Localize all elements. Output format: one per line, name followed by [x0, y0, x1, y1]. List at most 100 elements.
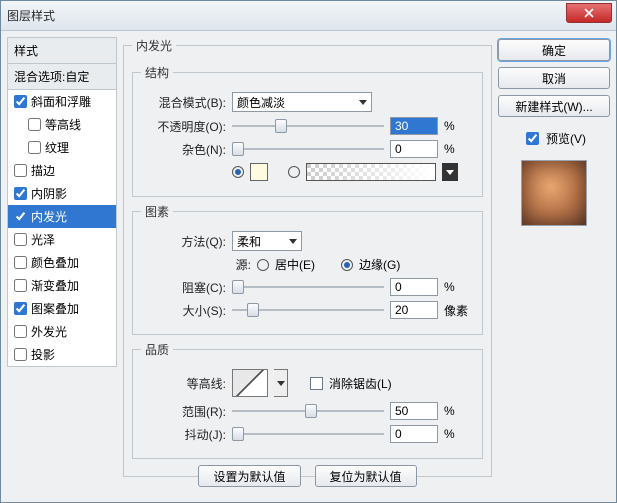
antialias-label: 消除锯齿(L)	[329, 375, 392, 392]
style-checkbox[interactable]	[14, 348, 27, 361]
style-label: 渐变叠加	[31, 277, 79, 294]
sidebar-item[interactable]: 斜面和浮雕	[8, 90, 116, 113]
sidebar-item[interactable]: 渐变叠加	[8, 274, 116, 297]
sidebar-item[interactable]: 等高线	[8, 113, 116, 136]
style-label: 内发光	[31, 208, 67, 225]
contour-label: 等高线:	[141, 375, 226, 392]
px-unit: 像素	[444, 302, 474, 319]
cancel-button[interactable]: 取消	[498, 67, 610, 89]
percent-unit: %	[444, 142, 474, 156]
jitter-slider[interactable]	[232, 426, 384, 442]
opacity-slider[interactable]	[232, 118, 384, 134]
style-checkbox[interactable]	[14, 302, 27, 315]
style-checkbox[interactable]	[14, 95, 27, 108]
style-label: 描边	[31, 162, 55, 179]
jitter-input[interactable]: 0	[390, 425, 438, 443]
sidebar-item[interactable]: 颜色叠加	[8, 251, 116, 274]
chevron-down-icon	[289, 239, 297, 244]
style-label: 投影	[31, 346, 55, 363]
style-checkbox[interactable]	[14, 164, 27, 177]
make-default-button[interactable]: 设置为默认值	[198, 465, 300, 487]
blend-mode-dropdown[interactable]: 颜色减淡	[232, 92, 372, 112]
settings-panel: 内发光 结构 混合模式(B): 颜色减淡 不透明度(O): 30	[123, 37, 492, 496]
percent-unit: %	[444, 404, 474, 418]
size-slider[interactable]	[232, 302, 384, 318]
style-label: 外发光	[31, 323, 67, 340]
style-checkbox[interactable]	[28, 141, 41, 154]
ok-button[interactable]: 确定	[498, 39, 610, 61]
edge-label: 边缘(G)	[359, 256, 400, 273]
close-icon	[584, 8, 594, 18]
gradient-dropdown[interactable]	[442, 163, 458, 181]
style-checkbox[interactable]	[14, 325, 27, 338]
sidebar-item[interactable]: 内发光	[8, 205, 116, 228]
style-checkbox[interactable]	[14, 256, 27, 269]
gradient-picker[interactable]	[306, 163, 436, 181]
style-checkbox[interactable]	[28, 118, 41, 131]
color-radio[interactable]	[232, 166, 244, 178]
choke-label: 阻塞(C):	[141, 279, 226, 296]
gradient-radio[interactable]	[288, 166, 300, 178]
blend-options-header[interactable]: 混合选项:自定	[7, 64, 117, 90]
blend-mode-value: 颜色减淡	[237, 94, 285, 111]
edge-radio[interactable]	[341, 259, 353, 271]
inner-glow-group: 内发光 结构 混合模式(B): 颜色减淡 不透明度(O): 30	[123, 37, 492, 477]
percent-unit: %	[444, 280, 474, 294]
color-swatch[interactable]	[250, 163, 268, 181]
choke-slider[interactable]	[232, 279, 384, 295]
close-button[interactable]	[566, 3, 612, 23]
window-title: 图层样式	[7, 7, 55, 24]
source-label: 源:	[141, 256, 251, 273]
contour-dropdown[interactable]	[274, 369, 288, 397]
opacity-input[interactable]: 30	[390, 117, 438, 135]
style-label: 斜面和浮雕	[31, 93, 91, 110]
styles-header[interactable]: 样式	[7, 37, 117, 64]
preview-label: 预览(V)	[546, 130, 586, 147]
choke-input[interactable]: 0	[390, 278, 438, 296]
range-slider[interactable]	[232, 403, 384, 419]
center-radio[interactable]	[257, 259, 269, 271]
chevron-down-icon	[359, 100, 367, 105]
style-label: 纹理	[45, 139, 69, 156]
structure-group: 结构 混合模式(B): 颜色减淡 不透明度(O): 30 %	[132, 64, 483, 197]
noise-input[interactable]: 0	[390, 140, 438, 158]
panel-title: 内发光	[132, 37, 176, 54]
style-checkbox[interactable]	[14, 187, 27, 200]
styles-sidebar: 样式 混合选项:自定 斜面和浮雕等高线纹理描边内阴影内发光光泽颜色叠加渐变叠加图…	[7, 37, 117, 496]
style-checkbox[interactable]	[14, 233, 27, 246]
blend-mode-label: 混合模式(B):	[141, 94, 226, 111]
contour-picker[interactable]	[232, 369, 268, 397]
size-input[interactable]: 20	[390, 301, 438, 319]
noise-slider[interactable]	[232, 141, 384, 157]
percent-unit: %	[444, 119, 474, 133]
reset-default-button[interactable]: 复位为默认值	[315, 465, 417, 487]
elements-legend: 图素	[141, 203, 173, 220]
range-input[interactable]: 50	[390, 402, 438, 420]
sidebar-item[interactable]: 投影	[8, 343, 116, 366]
style-checkbox[interactable]	[14, 210, 27, 223]
style-checkbox[interactable]	[14, 279, 27, 292]
preview-checkbox[interactable]	[526, 132, 539, 145]
method-dropdown[interactable]: 柔和	[232, 231, 302, 251]
sidebar-item[interactable]: 纹理	[8, 136, 116, 159]
sidebar-item[interactable]: 外发光	[8, 320, 116, 343]
sidebar-item[interactable]: 图案叠加	[8, 297, 116, 320]
structure-legend: 结构	[141, 64, 173, 81]
sidebar-item[interactable]: 描边	[8, 159, 116, 182]
style-label: 等高线	[45, 116, 81, 133]
quality-group: 品质 等高线: 消除锯齿(L) 范围(R): 50 %	[132, 341, 483, 459]
style-label: 光泽	[31, 231, 55, 248]
range-label: 范围(R):	[141, 403, 226, 420]
new-style-button[interactable]: 新建样式(W)...	[498, 95, 610, 117]
style-label: 内阴影	[31, 185, 67, 202]
style-label: 图案叠加	[31, 300, 79, 317]
preview-thumbnail	[521, 160, 587, 226]
quality-legend: 品质	[141, 341, 173, 358]
right-buttons: 确定 取消 新建样式(W)... 预览(V)	[498, 37, 610, 496]
size-label: 大小(S):	[141, 302, 226, 319]
elements-group: 图素 方法(Q): 柔和 源: 居中(E) 边缘(	[132, 203, 483, 335]
antialias-checkbox[interactable]	[310, 377, 323, 390]
sidebar-item[interactable]: 光泽	[8, 228, 116, 251]
style-label: 颜色叠加	[31, 254, 79, 271]
sidebar-item[interactable]: 内阴影	[8, 182, 116, 205]
